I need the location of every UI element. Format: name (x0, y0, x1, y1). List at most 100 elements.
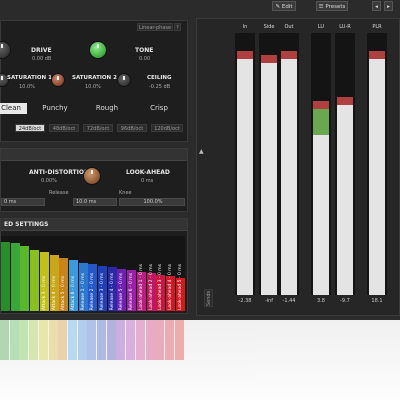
advanced-bar-label: Look-ahead 4 - 0 ms (167, 264, 173, 310)
meter-level (337, 105, 353, 295)
meter-level (313, 109, 329, 295)
advanced-bars-area: Attack 3 - 0 ms Attack 4 - 0 ms Attack 5 -… (1, 236, 185, 311)
collapse-arrow-icon[interactable]: ▲ (199, 148, 204, 155)
reflection-bar (135, 320, 145, 360)
sends-button[interactable]: Sends (204, 289, 213, 307)
edit-button[interactable]: ✎ Edit (272, 1, 296, 11)
slope-120-button[interactable]: 120dB/oct (151, 124, 183, 132)
advanced-bar-label: Attack 4 - 0 ms (51, 275, 57, 310)
advanced-bar[interactable] (1, 242, 10, 311)
reflection-bar (9, 320, 19, 360)
presets-button[interactable]: ☰ Presets (316, 1, 348, 11)
meter-column-header: PLR (372, 24, 382, 30)
advanced-bar-label: Release 3 - 0 ms (100, 272, 105, 310)
lookahead-value: 0 ms (141, 178, 154, 184)
slope-72-button[interactable]: 72dB/oct (83, 124, 113, 132)
slope-48-button[interactable]: 48dB/oct (49, 124, 79, 132)
drive-value: 0.00 dB (32, 56, 52, 62)
mode-clean-button[interactable]: Clean (0, 103, 27, 114)
advanced-bar[interactable] (20, 246, 30, 311)
presets-icon: ☰ (318, 4, 324, 10)
saturation2-label: SATURATION 2 (72, 75, 117, 81)
reflection-bar (126, 320, 136, 360)
ceiling-label: CEILING (147, 75, 172, 81)
meter-green-zone (313, 109, 329, 135)
advanced-bar-label: Look-ahead 2 - 0 ms (148, 264, 154, 310)
help-button[interactable]: ? (174, 23, 181, 31)
tone-knob[interactable] (89, 41, 107, 59)
reflection-bar (0, 320, 9, 360)
tone-label: TONE (135, 47, 154, 54)
advanced-bar-label: Attack 6 - 0 ms (70, 275, 76, 310)
mode-punchy-button[interactable]: Punchy (39, 103, 71, 114)
advanced-bar-label: Release 5 - 0 ms (119, 272, 125, 310)
saturation2-knob[interactable] (117, 73, 131, 87)
main-panel: Linear-phase ? DRIVE 0.00 dB TONE 0.00 S… (0, 20, 188, 142)
meter-peak (337, 97, 353, 105)
reflection-bar (67, 320, 77, 360)
reflection-bar (97, 320, 106, 360)
pencil-icon: ✎ (275, 4, 281, 10)
release-field[interactable]: 10.0 ms (73, 198, 117, 206)
advanced-bar-label: Release 1 - 0 ms (80, 272, 86, 310)
saturation1-label: SATURATION 1 (7, 75, 52, 81)
meter-level (261, 63, 277, 295)
meter-column-header: Out (284, 24, 294, 30)
meter-peak (281, 51, 297, 59)
reflection-bar (77, 320, 87, 360)
saturation-mix-knob[interactable] (51, 73, 65, 87)
advanced-bar-label: Attack 5 - 0 ms (61, 275, 67, 310)
phase-select[interactable]: Linear-phase (137, 23, 173, 31)
ceiling-value: -0.25 dB (149, 84, 171, 90)
meter-readout: -1.44 (282, 298, 296, 304)
knee-label: Knee (119, 190, 132, 196)
meter-peak (369, 51, 385, 59)
drive-label: DRIVE (31, 47, 52, 54)
advanced-bar-label: Release 2 - 0 ms (90, 272, 96, 310)
reflection-bar (58, 320, 68, 360)
reflection-bar (116, 320, 126, 360)
reflection-bar (155, 320, 165, 360)
meter-readout: 3.8 (317, 298, 325, 304)
plugin-window: ✎ Edit ☰ Presets ◂ ▸ Linear-phase ? DRIV… (0, 0, 400, 320)
reflection-bar (48, 320, 58, 360)
knee-field[interactable]: 100.0% (119, 198, 185, 206)
saturation1-value: 10.0% (19, 84, 35, 90)
advanced-bar[interactable] (10, 243, 20, 311)
mode-crisp-button[interactable]: Crisp (143, 103, 175, 114)
advanced-bar[interactable] (30, 250, 40, 311)
advanced-bar-label: Release 4 - 0 ms (109, 272, 115, 310)
anti-distortion-value: 0.00% (41, 178, 57, 184)
reflection-bar (145, 320, 155, 360)
meter-readout: -9.7 (340, 298, 350, 304)
drive-knob[interactable] (0, 41, 11, 59)
meter-column-header: In (242, 24, 248, 30)
meter-level (237, 59, 253, 295)
meter-level (281, 59, 297, 295)
mode-rough-button[interactable]: Rough (91, 103, 123, 114)
saturation2-value: 10.0% (85, 84, 101, 90)
release-label: Release (49, 190, 69, 196)
anti-distortion-knob[interactable] (83, 167, 101, 185)
advanced-bar-label: Release 6 - 0 ms (129, 272, 135, 310)
slope-96-button[interactable]: 96dB/oct (117, 124, 147, 132)
advanced-settings-header: ED SETTINGS (1, 219, 187, 231)
lookahead-label: LOOK-AHEAD (126, 169, 170, 176)
reflection-bar (29, 320, 39, 360)
meter-column-header: Side (263, 24, 275, 30)
advanced-settings-panel: ED SETTINGS Attack 3 - 0 ms Attack 4 - 0 … (0, 218, 188, 314)
reflection-bar (174, 320, 184, 360)
distortion-panel: ANTI-DISTORTION 0.00% LOOK-AHEAD 0 ms Re… (0, 148, 188, 212)
meter-readout: 18.1 (371, 298, 383, 304)
meter-peak (237, 51, 253, 59)
attack-field[interactable]: 0 ms (1, 198, 45, 206)
advanced-bar-label: Attack 3 - 0 ms (41, 275, 47, 310)
slope-24-button[interactable]: 24dB/oct (15, 124, 45, 132)
tone-value: 0.00 (139, 56, 151, 62)
distortion-panel-header (1, 149, 187, 161)
reflection-bar (87, 320, 97, 360)
next-preset-button[interactable]: ▸ (384, 1, 393, 11)
meter-level (369, 59, 385, 295)
prev-preset-button[interactable]: ◂ (372, 1, 381, 11)
meter-column-header: LU (317, 24, 325, 30)
